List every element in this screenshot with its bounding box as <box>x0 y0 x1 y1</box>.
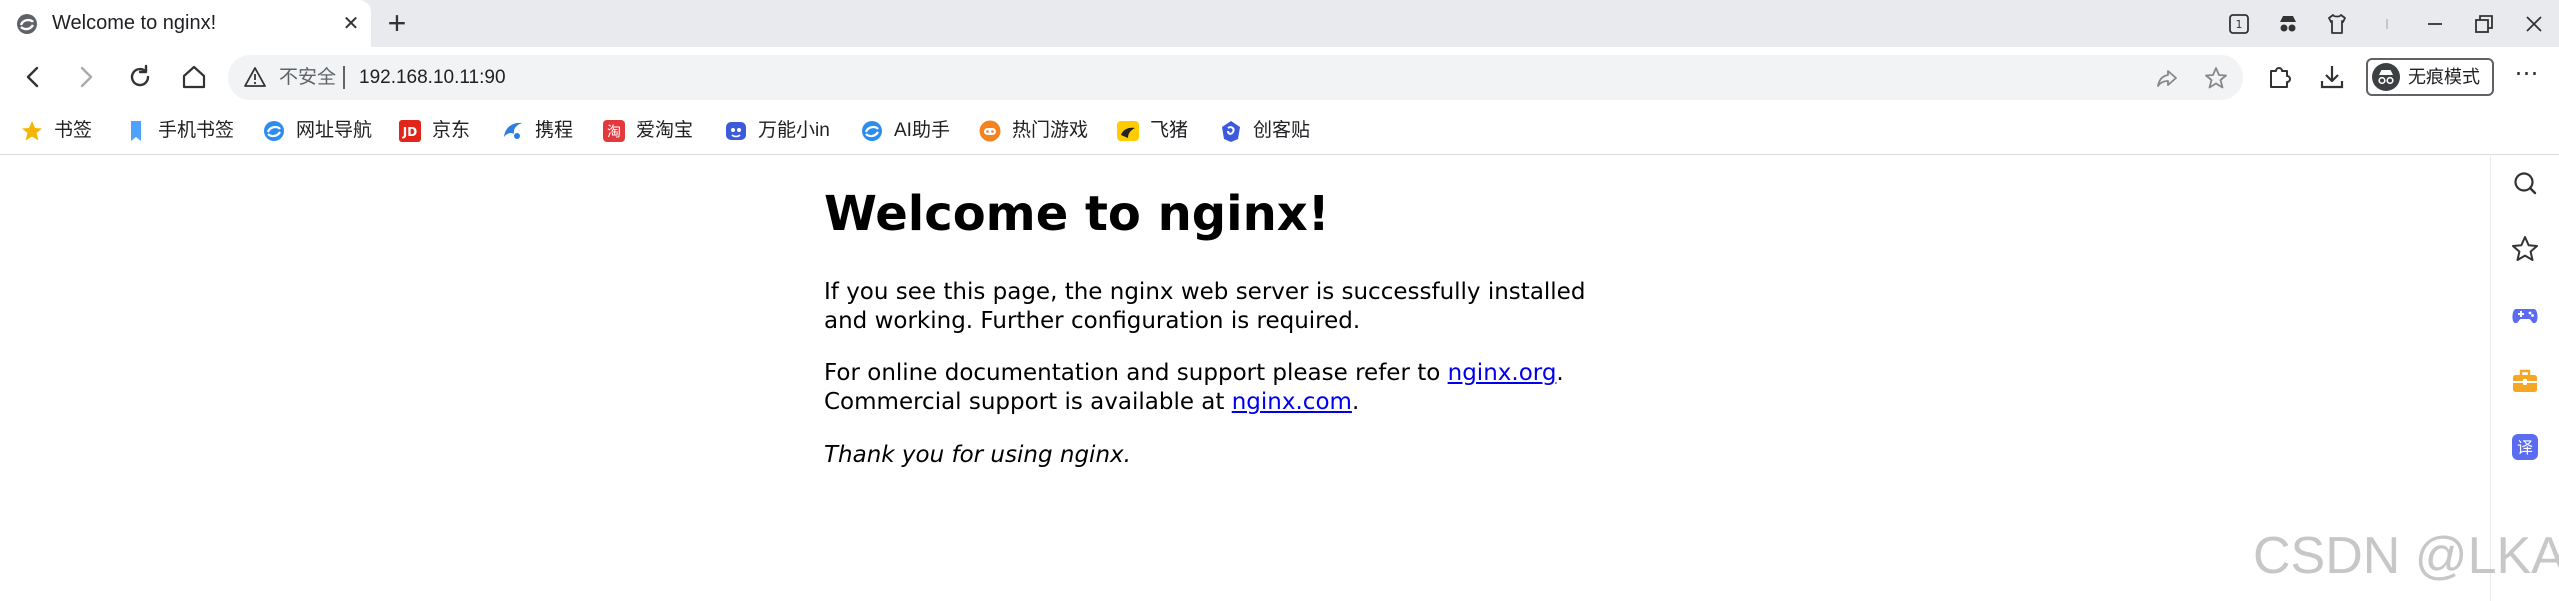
assistant-icon <box>724 119 748 143</box>
ctrip-icon <box>501 119 525 143</box>
bookmark-label: 书签 <box>54 120 93 141</box>
incognito-button[interactable]: 无痕模式 <box>2366 58 2494 96</box>
close-window-icon[interactable] <box>2522 12 2546 36</box>
share-icon[interactable] <box>2154 65 2180 91</box>
bookmark-label: 万能小in <box>758 120 830 141</box>
tab-title: Welcome to nginx! <box>52 12 217 34</box>
bookmark-label: AI助手 <box>894 120 950 141</box>
commercial-period: . <box>1351 389 1360 415</box>
warning-icon[interactable] <box>244 66 266 88</box>
extension-shirt-icon[interactable] <box>2325 12 2349 36</box>
star-icon <box>20 119 44 143</box>
intro-paragraph: If you see this page, the nginx web serv… <box>824 279 1586 334</box>
jd-icon: JD <box>398 119 422 143</box>
more-menu-icon[interactable]: ⋯ <box>2512 61 2542 91</box>
bookmark-label: 飞猪 <box>1150 120 1189 141</box>
ai-assistant-icon <box>860 119 884 143</box>
incognito-avatar-icon <box>2372 63 2400 91</box>
bookmark-label: 热门游戏 <box>1012 120 1089 141</box>
fliggy-icon <box>1116 119 1140 143</box>
docs-period: . <box>1556 360 1564 386</box>
tab-active[interactable]: Welcome to nginx! ✕ <box>0 0 371 47</box>
bookmarks-bar: 书签 手机书签 网址导航 JD 京东 携程 淘 爱淘宝 万能小in AI助手 热… <box>0 107 2559 155</box>
nginx-org-link[interactable]: nginx.org <box>1448 360 1557 386</box>
bookmark-label: 爱淘宝 <box>636 120 694 141</box>
tab-search-icon[interactable]: 1 <box>2227 12 2251 36</box>
favorites-star-icon[interactable] <box>2510 234 2540 264</box>
svg-text:1: 1 <box>2236 18 2243 31</box>
tab-close-icon[interactable]: ✕ <box>338 11 364 37</box>
omnibox-divider <box>343 66 345 89</box>
address-bar[interactable]: 不安全 192.168.10.11:90 <box>228 55 2243 100</box>
svg-text:JD: JD <box>402 125 417 139</box>
docs-paragraph: For online documentation and support ple… <box>824 359 1624 417</box>
toolbar: 不安全 192.168.10.11:90 无痕模式 ⋯ <box>0 47 2559 107</box>
back-icon[interactable] <box>18 62 48 92</box>
page-title: Welcome to nginx! <box>824 186 1330 242</box>
bookmark-label: 网址导航 <box>296 120 373 141</box>
incognito-small-icon[interactable] <box>2276 12 2300 36</box>
watermark: CSDN @LKAI. <box>2253 527 2559 585</box>
taobao-icon: 淘 <box>602 119 626 143</box>
bookmark-star-icon[interactable] <box>2203 65 2229 91</box>
search-icon[interactable] <box>2510 168 2540 198</box>
web-page: Welcome to nginx! If you see this page, … <box>0 156 2490 601</box>
toolbox-icon[interactable] <box>2510 366 2540 396</box>
tab-strip: Welcome to nginx! ✕ + 1 <box>0 0 2559 47</box>
incognito-label: 无痕模式 <box>2408 67 2480 87</box>
bookmark-label: 创客贴 <box>1253 120 1311 141</box>
chuangketie-icon <box>1219 119 1243 143</box>
security-label[interactable]: 不安全 <box>279 55 336 100</box>
bookmark-label: 京东 <box>432 120 471 141</box>
nginx-com-link[interactable]: nginx.com <box>1232 389 1352 415</box>
minimize-icon[interactable] <box>2423 12 2447 36</box>
url-text[interactable]: 192.168.10.11:90 <box>359 55 506 100</box>
home-icon[interactable] <box>179 62 209 92</box>
extensions-icon[interactable] <box>2264 62 2294 92</box>
thanks-paragraph: Thank you for using nginx. <box>824 441 1624 470</box>
phone-bookmark-icon <box>124 119 148 143</box>
globe-icon <box>16 13 38 35</box>
commercial-text: Commercial support is available at <box>824 389 1232 415</box>
svg-text:淘: 淘 <box>607 125 621 141</box>
new-tab-button[interactable]: + <box>382 7 412 39</box>
docs-text: For online documentation and support ple… <box>824 360 1448 386</box>
divider-icon <box>2375 12 2399 36</box>
bookmark-label: 手机书签 <box>158 120 235 141</box>
navigation-icon <box>262 119 286 143</box>
download-icon[interactable] <box>2317 62 2347 92</box>
translate-icon[interactable]: 译 <box>2510 432 2540 462</box>
bookmark-label: 携程 <box>535 120 574 141</box>
restore-icon[interactable] <box>2472 12 2496 36</box>
reload-icon[interactable] <box>125 62 155 92</box>
thanks-text: Thank you for using nginx. <box>824 442 1131 468</box>
games-icon <box>978 119 1002 143</box>
gamepad-icon[interactable] <box>2510 300 2540 330</box>
forward-icon[interactable] <box>71 62 101 92</box>
translate-glyph: 译 <box>2517 438 2533 457</box>
